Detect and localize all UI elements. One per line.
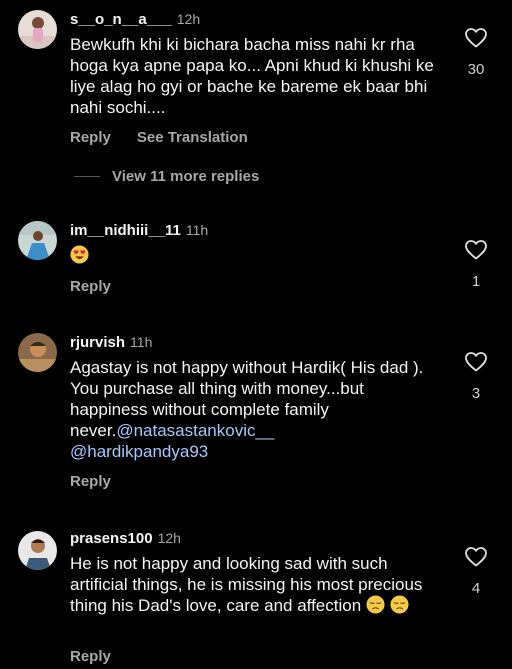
- mention-link[interactable]: @natasastankovic__: [116, 421, 274, 440]
- comments-list: s__o_n__a___ 12h Bewkufh khi ki bichara b…: [0, 0, 512, 669]
- comment-header: prasens100 12h: [70, 529, 181, 548]
- comment-text: He is not happy and looking sad with suc…: [70, 553, 440, 616]
- heart-icon[interactable]: [464, 350, 488, 374]
- avatar[interactable]: [18, 531, 57, 570]
- username[interactable]: rjurvish: [70, 334, 125, 351]
- avatar[interactable]: [18, 221, 57, 260]
- pensive-emoji: [390, 595, 409, 614]
- mention-link[interactable]: @hardikpandya93: [70, 442, 208, 461]
- comment-actions: Reply See Translation: [70, 129, 274, 146]
- divider-line: [74, 176, 100, 177]
- like-count: 30: [467, 61, 485, 78]
- comment-header: im__nidhiii__11 11h: [70, 221, 208, 240]
- like-control: 4: [462, 545, 490, 597]
- comment-text: Agastay is not happy without Hardik( His…: [70, 357, 440, 462]
- like-count: 4: [471, 580, 481, 597]
- username[interactable]: prasens100: [70, 530, 153, 547]
- view-more-replies-button[interactable]: View 11 more replies: [74, 168, 259, 185]
- pensive-emoji: [366, 595, 385, 614]
- avatar-image: [18, 10, 57, 49]
- comment-actions: Reply: [70, 473, 137, 490]
- avatar[interactable]: [18, 10, 57, 49]
- timestamp: 11h: [185, 222, 209, 238]
- like-control: 30: [462, 26, 490, 78]
- timestamp: 12h: [157, 530, 181, 546]
- like-count: 1: [471, 273, 481, 290]
- view-more-replies-label: View 11 more replies: [112, 168, 260, 185]
- heart-icon[interactable]: [464, 545, 488, 569]
- reply-button[interactable]: Reply: [70, 648, 111, 665]
- comment-text: Bewkufh khi ki bichara bacha miss nahi k…: [70, 35, 434, 117]
- comment-header: s__o_n__a___ 12h: [70, 10, 200, 29]
- reply-button[interactable]: Reply: [70, 278, 111, 295]
- like-count: 3: [471, 385, 481, 402]
- timestamp: 11h: [130, 334, 153, 350]
- comment-actions: Reply: [70, 648, 137, 665]
- comment-actions: Reply: [70, 278, 137, 295]
- heart-eyes-emoji: [70, 245, 89, 264]
- username[interactable]: s__o_n__a___: [70, 11, 172, 28]
- like-control: 1: [462, 238, 490, 290]
- reply-button[interactable]: Reply: [70, 129, 111, 146]
- avatar-image: [18, 531, 57, 570]
- username[interactable]: im__nidhiii__11: [70, 222, 181, 239]
- avatar[interactable]: [18, 333, 57, 372]
- avatar-image: [18, 221, 57, 260]
- timestamp: 12h: [176, 11, 201, 27]
- like-control: 3: [462, 350, 490, 402]
- comment-text: [70, 245, 440, 266]
- heart-icon[interactable]: [464, 238, 488, 262]
- see-translation-button[interactable]: See Translation: [137, 129, 248, 146]
- reply-button[interactable]: Reply: [70, 473, 111, 490]
- comment-header: rjurvish 11h: [70, 333, 152, 352]
- avatar-image: [18, 333, 57, 372]
- heart-icon[interactable]: [464, 26, 488, 50]
